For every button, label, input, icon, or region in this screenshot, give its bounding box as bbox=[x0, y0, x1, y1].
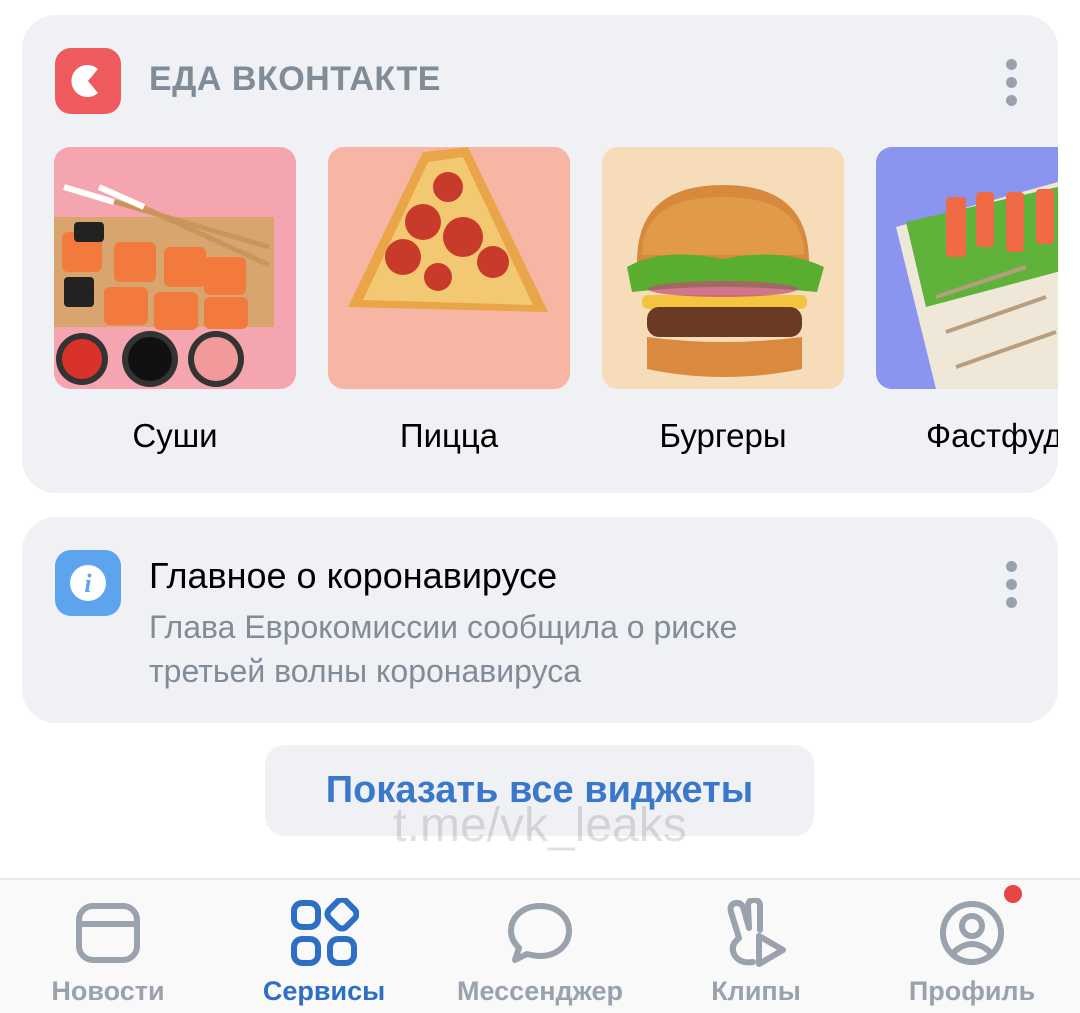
sushi-image bbox=[54, 147, 296, 389]
tab-profile[interactable]: Профиль bbox=[864, 880, 1080, 1013]
tab-services[interactable]: Сервисы bbox=[216, 880, 432, 1013]
category-pizza[interactable]: Пицца bbox=[328, 147, 570, 455]
food-widget-title[interactable]: ЕДА ВКОНТАКТЕ bbox=[149, 60, 441, 99]
messenger-icon bbox=[508, 903, 572, 963]
tab-label: Клипы bbox=[711, 976, 801, 1006]
tab-label: Мессенджер bbox=[457, 976, 623, 1006]
services-icon bbox=[291, 898, 359, 966]
tab-label: Сервисы bbox=[262, 976, 386, 1006]
bottom-tab-bar: Новости Сервисы Мессенджер Клипы Профиль bbox=[0, 878, 1080, 1013]
category-fastfood[interactable]: Фастфуд bbox=[876, 147, 1058, 455]
more-options-icon[interactable] bbox=[1004, 59, 1018, 106]
info-icon: i bbox=[55, 550, 121, 616]
burger-image bbox=[602, 147, 844, 389]
tab-messenger[interactable]: Мессенджер bbox=[432, 880, 648, 1013]
news-widget-title: Главное о коронавирусе bbox=[149, 555, 558, 596]
food-app-icon bbox=[55, 48, 121, 114]
news-widget-text: Глава Еврокомиссии сообщила о риске трет… bbox=[149, 609, 738, 689]
clips-icon bbox=[727, 898, 786, 967]
tab-label: Новости bbox=[51, 976, 165, 1006]
pizza-image bbox=[328, 147, 570, 389]
food-widget-card[interactable]: ЕДА ВКОНТАКТЕ Суши Пицца Бургеры Фастфуд bbox=[22, 15, 1058, 493]
notification-badge bbox=[1004, 885, 1022, 903]
tab-label: Профиль bbox=[908, 976, 1036, 1006]
category-sushi[interactable]: Суши bbox=[54, 147, 296, 455]
shawarma-image bbox=[876, 147, 1058, 389]
tab-clips[interactable]: Клипы bbox=[648, 880, 864, 1013]
watermark: t.me/vk_leaks bbox=[393, 799, 687, 852]
category-label: Фастфуд bbox=[926, 417, 1058, 454]
news-widget-card[interactable]: i Главное о коронавирусе Глава Еврокомис… bbox=[22, 517, 1058, 723]
category-label: Суши bbox=[132, 417, 218, 454]
more-options-icon[interactable] bbox=[1004, 561, 1018, 608]
news-icon bbox=[76, 903, 140, 963]
tab-news[interactable]: Новости bbox=[0, 880, 216, 1013]
category-burgers[interactable]: Бургеры bbox=[602, 147, 844, 455]
category-label: Пицца bbox=[399, 417, 499, 454]
profile-icon bbox=[940, 901, 1004, 965]
category-label: Бургеры bbox=[659, 417, 787, 454]
svg-text:i: i bbox=[84, 569, 92, 598]
